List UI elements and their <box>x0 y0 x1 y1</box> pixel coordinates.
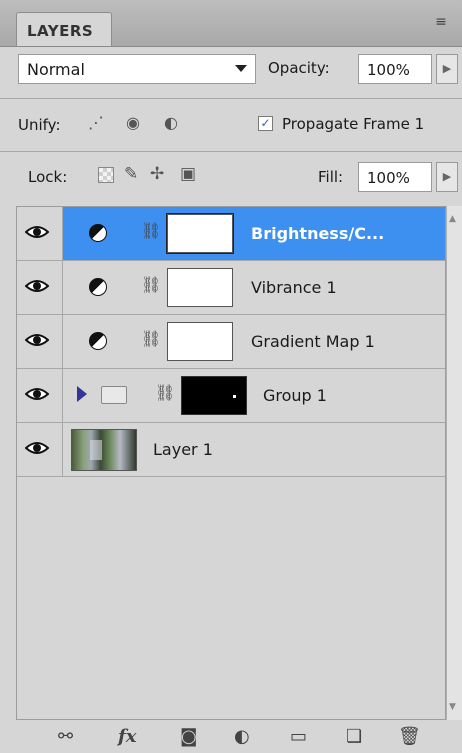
layer-mask-thumbnail[interactable] <box>167 268 233 307</box>
bottom-toolbar: ⚯ fx ◙ ◐ ▭ ❏ 🗑 <box>0 722 462 753</box>
opacity-label: Opacity: <box>268 59 330 77</box>
layer-row[interactable]: Layer 1 <box>17 423 445 477</box>
layer-content[interactable]: ⛓ Brightness/C... <box>63 207 445 260</box>
layers-list: ⛓ Brightness/C... ⛓ Vibrance 1 ⛓ Gradien… <box>16 206 446 720</box>
eye-icon <box>25 226 49 238</box>
lock-position-icon[interactable]: ✢ <box>150 164 164 184</box>
layer-name[interactable]: Gradient Map 1 <box>251 332 375 351</box>
eye-icon <box>25 442 49 454</box>
scroll-down-icon[interactable]: ▼ <box>449 702 456 712</box>
lock-row: Lock: ✎ ✢ ▣ Fill: 100% ▶ <box>0 152 462 202</box>
unify-visibility-icon[interactable]: ◉ <box>126 113 140 132</box>
eye-icon <box>25 334 49 346</box>
layer-content[interactable]: Layer 1 <box>63 423 445 476</box>
visibility-toggle[interactable] <box>17 423 63 476</box>
fx-icon[interactable]: fx <box>118 726 136 747</box>
lock-all-icon[interactable]: ▣ <box>180 164 196 184</box>
adjustment-layer-icon <box>89 278 107 296</box>
new-layer-icon[interactable]: ❏ <box>346 726 362 747</box>
group-mask-thumbnail[interactable] <box>181 376 247 415</box>
mask-link-icon[interactable]: ⛓ <box>141 221 161 240</box>
blend-mode-select[interactable]: Normal <box>18 54 256 84</box>
layer-name[interactable]: Vibrance 1 <box>251 278 337 297</box>
fill-slider-button[interactable]: ▶ <box>436 162 458 192</box>
adjustment-layer-icon <box>89 332 107 350</box>
adjustment-layer-icon <box>89 224 107 242</box>
panel-menu-icon[interactable]: ≡ <box>428 14 454 34</box>
layer-name[interactable]: Group 1 <box>263 386 327 405</box>
panel-tab-bar: LAYERS ≡ <box>0 0 462 47</box>
mask-link-icon[interactable]: ⛓ <box>141 275 161 294</box>
layer-row[interactable]: ⛓ Vibrance 1 <box>17 261 445 315</box>
adjustment-icon[interactable]: ◐ <box>234 726 250 747</box>
layer-name[interactable]: Layer 1 <box>153 440 213 459</box>
mask-link-icon[interactable]: ⛓ <box>141 329 161 348</box>
unify-row: Unify: ⋰ ◉ ◐ ✓ Propagate Frame 1 <box>0 100 462 150</box>
lock-transparency-icon[interactable] <box>98 167 114 183</box>
new-group-icon[interactable]: ▭ <box>290 726 307 747</box>
layer-row[interactable]: ⛓ Group 1 <box>17 369 445 423</box>
eye-icon <box>25 280 49 292</box>
layer-row[interactable]: ⛓ Brightness/C... <box>17 207 445 261</box>
opacity-input[interactable]: 100% <box>358 54 432 84</box>
unify-label: Unify: <box>18 116 61 134</box>
opacity-slider-button[interactable]: ▶ <box>436 54 458 84</box>
unify-position-icon[interactable]: ⋰ <box>88 113 104 132</box>
lock-pixels-icon[interactable]: ✎ <box>124 164 138 184</box>
layer-row[interactable]: ⛓ Gradient Map 1 <box>17 315 445 369</box>
layer-thumbnail[interactable] <box>71 429 137 471</box>
layer-content[interactable]: ⛓ Gradient Map 1 <box>63 315 445 368</box>
propagate-frame-checkbox[interactable]: ✓ <box>258 116 273 131</box>
link-icon[interactable]: ⚯ <box>58 726 73 747</box>
folder-icon <box>101 386 127 404</box>
visibility-toggle[interactable] <box>17 261 63 314</box>
visibility-toggle[interactable] <box>17 207 63 260</box>
visibility-toggle[interactable] <box>17 369 63 422</box>
layers-panel: LAYERS ≡ Normal Opacity: 100% ▶ Unify: ⋰… <box>0 0 462 753</box>
visibility-toggle[interactable] <box>17 315 63 368</box>
propagate-frame-label: Propagate Frame 1 <box>282 115 425 133</box>
scroll-up-icon[interactable]: ▲ <box>449 214 456 224</box>
blend-row: Normal Opacity: 100% ▶ <box>0 47 462 97</box>
unify-style-icon[interactable]: ◐ <box>164 113 178 132</box>
layer-name[interactable]: Brightness/C... <box>251 224 384 243</box>
lock-label: Lock: <box>28 168 68 186</box>
divider <box>0 98 462 99</box>
layer-mask-thumbnail[interactable] <box>167 322 233 361</box>
trash-icon[interactable]: 🗑 <box>398 726 421 747</box>
fill-input[interactable]: 100% <box>358 162 432 192</box>
mask-link-icon[interactable]: ⛓ <box>155 383 175 402</box>
layer-content[interactable]: ⛓ Group 1 <box>63 369 445 422</box>
fill-label: Fill: <box>318 168 344 186</box>
layer-mask-thumbnail[interactable] <box>167 214 233 253</box>
dropdown-arrow-icon <box>235 65 247 72</box>
add-mask-icon[interactable]: ◙ <box>180 726 197 747</box>
tab-layers[interactable]: LAYERS <box>16 12 112 46</box>
eye-icon <box>25 388 49 400</box>
expand-triangle-icon[interactable] <box>77 386 87 402</box>
layer-content[interactable]: ⛓ Vibrance 1 <box>63 261 445 314</box>
blend-mode-value: Normal <box>27 60 85 79</box>
layers-scrollbar[interactable]: ▲ ▼ <box>446 206 462 720</box>
